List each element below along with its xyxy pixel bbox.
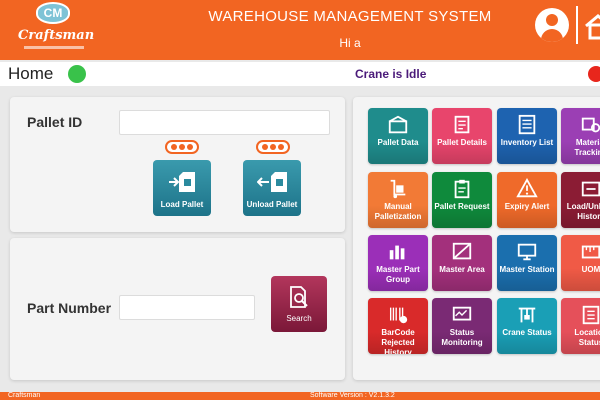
search-button[interactable]: Search	[271, 276, 327, 332]
tile-pallet-data[interactable]: Pallet Data	[368, 108, 428, 164]
tile-material-tracking[interactable]: Material Tracking	[561, 108, 600, 164]
crane-status-text: Crane is Idle	[355, 67, 427, 81]
unload-pallet-button[interactable]: Unload Pallet	[243, 160, 301, 216]
tile-barcode-rejected-history[interactable]: BarCode Rejected History	[368, 298, 428, 354]
tile-location-status[interactable]: Location Status	[561, 298, 600, 354]
part-number-input[interactable]	[119, 295, 255, 320]
tile-label: Master Part Group	[376, 265, 420, 284]
part-number-label: Part Number	[27, 300, 112, 316]
tile-label: Pallet Request	[434, 202, 490, 211]
load-pallet-label: Load Pallet	[160, 200, 204, 209]
tile-master-area[interactable]: Master Area	[432, 235, 492, 291]
monitoring-icon	[452, 306, 472, 321]
tile-label: Crane Status	[502, 328, 552, 337]
material-tracking-icon	[581, 117, 600, 133]
tile-label: Material Tracking	[574, 138, 600, 157]
location-icon	[582, 305, 600, 325]
header-divider	[576, 6, 578, 44]
tile-label: Expiry Alert	[504, 202, 550, 211]
barcode-reject-icon	[389, 307, 408, 324]
tile-label: UOM	[581, 265, 600, 274]
crane-icon	[518, 307, 536, 323]
tile-master-part-group[interactable]: Master Part Group	[368, 235, 428, 291]
home-icon[interactable]	[583, 12, 600, 42]
search-label: Search	[286, 314, 312, 323]
load-pallet-icon	[169, 172, 195, 192]
tile-label: Inventory List	[500, 138, 554, 147]
software-version: Software Version : V2.1.3.2	[310, 392, 395, 399]
search-document-icon	[290, 286, 308, 308]
uom-icon	[581, 245, 600, 259]
clipboard-icon	[454, 179, 470, 199]
pallet-id-label: Pallet ID	[27, 114, 83, 130]
app-header: CM Craftsman WAREHOUSE MANAGEMENT SYSTEM…	[0, 0, 600, 60]
pallet-box-icon	[388, 115, 408, 134]
connection-status-indicator	[68, 65, 86, 83]
tile-label: BarCode Rejected History	[381, 328, 415, 354]
tile-label: Location Status	[574, 328, 600, 347]
load-pallet-button[interactable]: Load Pallet	[153, 160, 211, 216]
tile-master-station[interactable]: Master Station	[497, 235, 557, 291]
unload-pallet-label: Unload Pallet	[246, 200, 298, 209]
tile-inventory-list[interactable]: Inventory List	[497, 108, 557, 164]
part-group-icon	[389, 245, 405, 260]
footer-company: Craftsman	[8, 392, 41, 399]
status-bar: Home Crane is Idle	[0, 62, 600, 86]
app-title: WAREHOUSE MANAGEMENT SYSTEM	[208, 8, 492, 25]
user-greeting: Hi a	[339, 36, 361, 50]
tile-label: Manual Palletization	[374, 202, 422, 221]
pallet-id-input[interactable]	[119, 110, 330, 135]
tile-status-monitoring[interactable]: Status Monitoring	[432, 298, 492, 354]
inventory-list-icon	[518, 114, 536, 135]
station-icon	[517, 243, 537, 261]
tile-label: Pallet Data	[377, 138, 419, 147]
hand-truck-icon	[390, 179, 406, 199]
alarm-indicator[interactable]	[588, 66, 600, 82]
tile-label: Master Station	[499, 265, 555, 274]
history-icon	[581, 181, 600, 197]
tile-pallet-request[interactable]: Pallet Request	[432, 172, 492, 228]
load-pallet-more-icon	[165, 140, 199, 154]
pallet-details-icon	[454, 115, 470, 134]
tile-label: Master Area	[439, 265, 485, 274]
tile-uom[interactable]: UOM	[561, 235, 600, 291]
tile-load-unload-history[interactable]: Load/Unload History	[561, 172, 600, 228]
tile-crane-status[interactable]: Crane Status	[497, 298, 557, 354]
unload-pallet-icon	[257, 172, 287, 192]
area-icon	[452, 242, 472, 260]
page-title: Home	[8, 64, 54, 83]
unload-pallet-more-icon	[256, 140, 290, 154]
tile-expiry-alert[interactable]: Expiry Alert	[497, 172, 557, 228]
tile-label: Pallet Details	[437, 138, 487, 147]
user-profile-icon[interactable]	[535, 8, 569, 42]
footer-bar: Craftsman Software Version : V2.1.3.2	[0, 392, 600, 400]
tile-pallet-details[interactable]: Pallet Details	[432, 108, 492, 164]
tile-manual-palletization[interactable]: Manual Palletization	[368, 172, 428, 228]
tile-label: Status Monitoring	[441, 328, 483, 347]
tile-label: Load/Unload History	[566, 202, 600, 221]
alert-icon	[516, 178, 538, 198]
